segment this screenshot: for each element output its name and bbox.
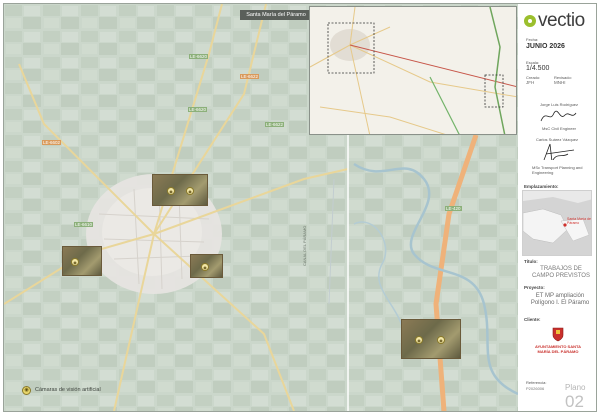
- title-block: vectio Fecha: JUNIO 2026 Escala: 1/4.500…: [518, 4, 596, 411]
- titulo-label: Título:: [524, 259, 538, 264]
- inset-map-drawing: [310, 7, 516, 134]
- referencia-value: P2026006: [526, 386, 545, 391]
- signature-1: [540, 110, 577, 122]
- creado-value: JFH: [526, 80, 535, 85]
- proyecto-value: ET MP ampliación Polígono I. El Páramo: [530, 293, 590, 306]
- referencia-label: Referencia:: [526, 380, 547, 385]
- road-label: LE-6622: [240, 74, 260, 79]
- map-title: Santa María del Páramo: [240, 10, 312, 20]
- signer2-role: MSc Transport Planning and Engineering: [532, 165, 583, 175]
- location-map[interactable]: Santa María del Páramo: [522, 190, 592, 256]
- plano-number: 02: [565, 392, 584, 411]
- titulo-value: TRABAJOS DE CAMPO PREVISTOS: [532, 266, 590, 279]
- camera-icon[interactable]: ◉: [71, 258, 79, 266]
- camera-icon[interactable]: ◉: [201, 263, 209, 271]
- camera-icon[interactable]: ◉: [167, 187, 175, 195]
- main-map[interactable]: Santa María del Páramo LE-6620 LE-6622 L…: [4, 4, 518, 411]
- logo-text: vectio: [538, 10, 585, 31]
- signature-2: [543, 143, 575, 160]
- road-label: LE-6620: [189, 54, 209, 59]
- camera-icon[interactable]: ◉: [186, 187, 194, 195]
- emplazamiento-label: Emplazamiento:: [524, 184, 559, 189]
- fecha-value: JUNIO 2026: [526, 43, 565, 50]
- proyecto-label: Proyecto:: [524, 285, 545, 290]
- fecha-label: Fecha:: [526, 37, 539, 42]
- vectio-logo: vectio: [524, 10, 585, 32]
- coat-of-arms-icon: [552, 327, 564, 342]
- camera-site-photo[interactable]: ◉ ◉: [401, 319, 461, 359]
- plan-sheet: Santa María del Páramo LE-6620 LE-6622 L…: [3, 3, 597, 412]
- camera-site-photo[interactable]: ◉ ◉: [152, 174, 208, 206]
- revisado-value: MNHI: [554, 80, 566, 85]
- camera-icon[interactable]: ◉: [437, 336, 445, 344]
- road-label: LE-6602: [42, 140, 62, 145]
- location-pin-icon: [524, 15, 536, 27]
- signer1-role: MsC Civil Engineer: [542, 126, 577, 131]
- escala-value: 1/4.500: [526, 65, 550, 72]
- cliente-value: AYUNTAMIENTO SANTA MARÍA DEL PÁRAMO: [534, 344, 582, 354]
- plano-label: Plano: [565, 383, 586, 392]
- camera-site-photo[interactable]: ◉: [190, 254, 223, 278]
- canal-label: CANAL DEL PÁRAMO: [302, 225, 307, 266]
- cliente-label: Cliente:: [524, 317, 541, 322]
- road-label: LE-6622: [265, 122, 285, 127]
- map-legend: ◉ Cámaras de visión artificial: [22, 384, 101, 396]
- road-label: LE-420: [445, 206, 462, 211]
- road-label: LE-6610: [74, 222, 94, 227]
- camera-icon: ◉: [22, 385, 31, 395]
- road-label: LE-6620: [188, 107, 208, 112]
- overview-inset-map[interactable]: [309, 6, 517, 135]
- location-label: Santa María del Páramo: [567, 217, 592, 225]
- legend-label: Cámaras de visión artificial: [35, 387, 101, 393]
- camera-icon[interactable]: ◉: [415, 336, 423, 344]
- camera-site-photo[interactable]: ◉: [62, 246, 102, 276]
